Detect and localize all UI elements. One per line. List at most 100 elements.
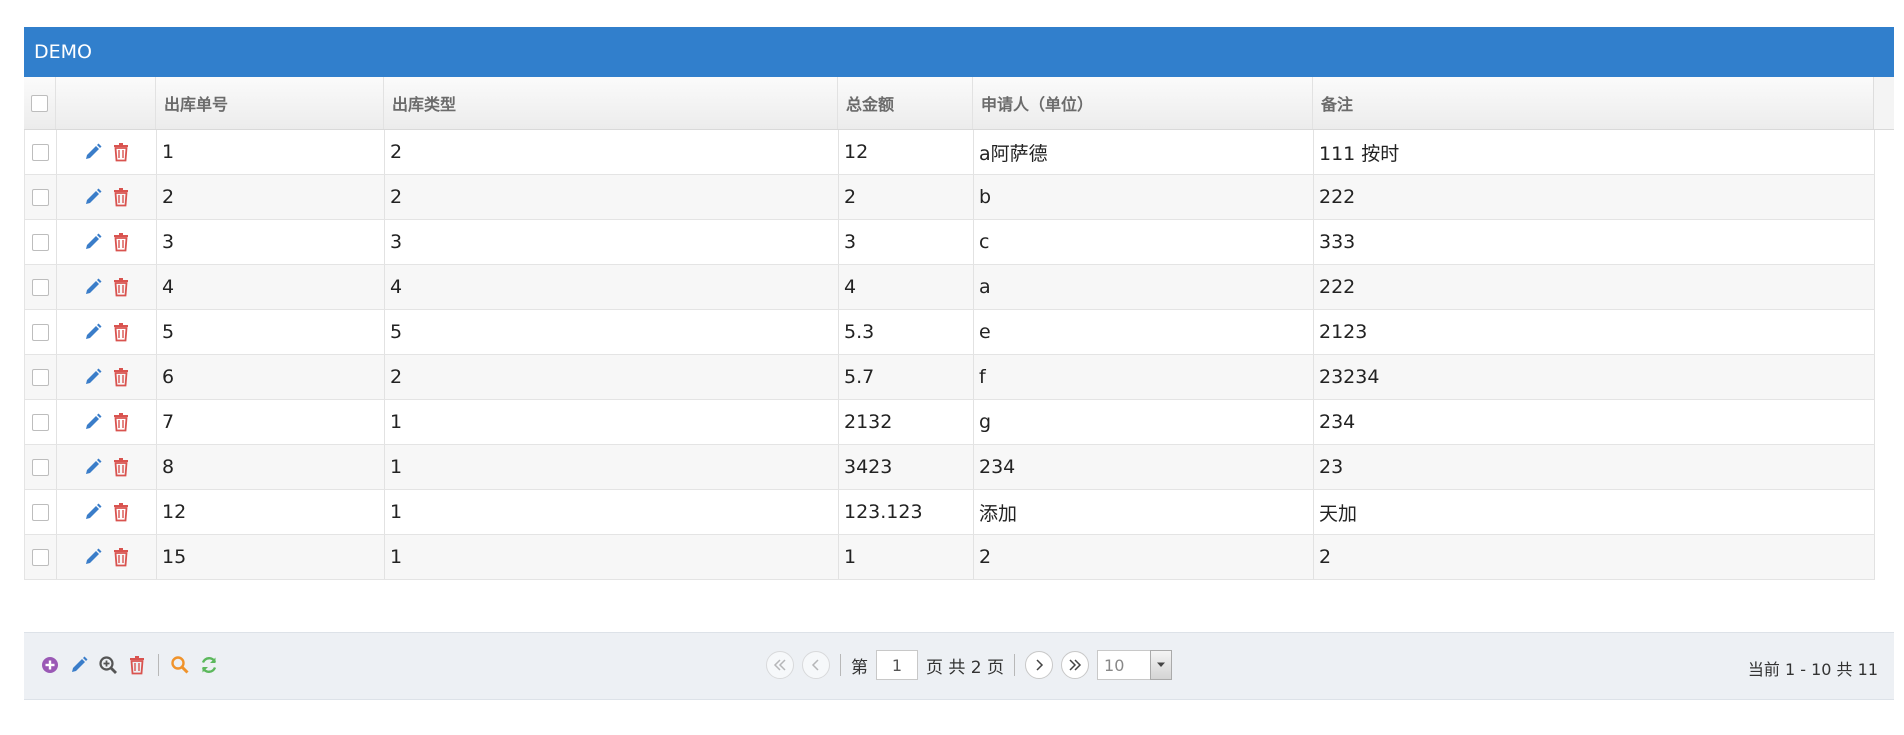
edit-icon[interactable] <box>83 502 103 522</box>
grid-title: DEMO <box>24 27 1894 77</box>
delete-icon[interactable] <box>127 655 147 675</box>
applicant-cell: a阿萨德 <box>974 130 1314 174</box>
row-select-cell <box>25 310 57 354</box>
toolbar-separator <box>158 654 159 676</box>
page-total-label: 页 共 2 页 <box>926 657 1005 678</box>
edit-icon[interactable] <box>83 412 103 432</box>
table-row[interactable]: 5 5 5.3 e 2123 <box>25 310 1875 355</box>
chevron-right-icon <box>1036 659 1044 671</box>
row-checkbox[interactable] <box>32 233 49 251</box>
type-cell: 4 <box>385 265 839 309</box>
delete-icon[interactable] <box>111 502 131 522</box>
col-header-type[interactable]: 出库类型 <box>384 77 838 129</box>
row-checkbox[interactable] <box>32 503 49 521</box>
row-checkbox[interactable] <box>32 143 49 161</box>
delete-icon[interactable] <box>111 322 131 342</box>
table-row[interactable]: 7 1 2132 g 234 <box>25 400 1875 445</box>
table-row[interactable]: 3 3 3 c 333 <box>25 220 1875 265</box>
col-header-applicant[interactable]: 申请人（单位） <box>973 77 1313 129</box>
prev-page-button[interactable] <box>802 651 830 679</box>
row-actions <box>57 220 157 264</box>
delete-icon[interactable] <box>111 232 131 252</box>
edit-icon[interactable] <box>83 457 103 477</box>
row-select-cell <box>25 400 57 444</box>
double-chevron-right-icon <box>1069 659 1082 671</box>
delete-icon[interactable] <box>111 367 131 387</box>
chevron-left-icon <box>811 659 819 671</box>
table-row[interactable]: 1 2 12 a阿萨德 111 按时 <box>25 130 1875 175</box>
type-cell: 1 <box>385 400 839 444</box>
delete-icon[interactable] <box>111 142 131 162</box>
remark-cell: 23234 <box>1314 355 1875 399</box>
table-row[interactable]: 6 2 5.7 f 23234 <box>25 355 1875 400</box>
applicant-cell: 234 <box>974 445 1314 489</box>
edit-icon[interactable] <box>69 655 89 675</box>
row-checkbox[interactable] <box>32 548 49 566</box>
remark-cell: 天加 <box>1314 490 1875 534</box>
order-no-cell: 5 <box>157 310 385 354</box>
type-cell: 2 <box>385 175 839 219</box>
row-checkbox[interactable] <box>32 188 49 206</box>
col-header-order-no[interactable]: 出库单号 <box>156 77 384 129</box>
edit-icon[interactable] <box>83 187 103 207</box>
table-row[interactable]: 15 1 1 2 2 <box>25 535 1875 580</box>
table-row[interactable]: 12 1 123.123 添加 天加 <box>25 490 1875 535</box>
last-page-button[interactable] <box>1061 651 1090 679</box>
amount-cell: 3423 <box>839 445 974 489</box>
chevron-down-icon[interactable] <box>1150 650 1173 680</box>
row-actions <box>57 535 157 579</box>
type-cell: 5 <box>385 310 839 354</box>
refresh-icon[interactable] <box>199 655 219 675</box>
row-actions <box>57 175 157 219</box>
remark-cell: 333 <box>1314 220 1875 264</box>
pager-separator-2 <box>1014 654 1016 676</box>
delete-icon[interactable] <box>111 412 131 432</box>
applicant-cell: 2 <box>974 535 1314 579</box>
double-chevron-left-icon <box>773 659 786 671</box>
edit-icon[interactable] <box>83 367 103 387</box>
table-row[interactable]: 2 2 2 b 222 <box>25 175 1875 220</box>
col-header-remark[interactable]: 备注 <box>1313 77 1874 129</box>
row-checkbox[interactable] <box>32 413 49 431</box>
order-no-cell: 7 <box>157 400 385 444</box>
actions-header <box>56 77 156 129</box>
row-checkbox[interactable] <box>32 323 49 341</box>
table-row[interactable]: 8 1 3423 234 23 <box>25 445 1875 490</box>
row-actions <box>57 265 157 309</box>
row-checkbox[interactable] <box>32 368 49 386</box>
row-select-cell <box>25 265 57 309</box>
order-no-cell: 4 <box>157 265 385 309</box>
edit-icon[interactable] <box>83 322 103 342</box>
select-all-checkbox[interactable] <box>31 94 48 112</box>
first-page-button[interactable] <box>766 651 794 679</box>
col-header-amount[interactable]: 总金额 <box>838 77 973 129</box>
row-actions <box>57 445 157 489</box>
edit-icon[interactable] <box>83 232 103 252</box>
search-icon[interactable] <box>170 655 190 675</box>
next-page-button[interactable] <box>1025 651 1054 679</box>
amount-cell: 2132 <box>839 400 974 444</box>
row-checkbox[interactable] <box>32 458 49 476</box>
delete-icon[interactable] <box>111 187 131 207</box>
delete-icon[interactable] <box>111 277 131 297</box>
amount-cell: 2 <box>839 175 974 219</box>
zoom-in-icon[interactable] <box>98 655 118 675</box>
delete-icon[interactable] <box>111 547 131 567</box>
pager-toolbar <box>40 654 219 676</box>
page-size-select[interactable]: 10 <box>1097 650 1173 680</box>
add-icon[interactable] <box>40 655 60 675</box>
row-actions <box>57 490 157 534</box>
edit-icon[interactable] <box>83 277 103 297</box>
delete-icon[interactable] <box>111 457 131 477</box>
type-cell: 3 <box>385 220 839 264</box>
order-no-cell: 15 <box>157 535 385 579</box>
amount-cell: 123.123 <box>839 490 974 534</box>
page-size-value: 10 <box>1097 650 1151 680</box>
edit-icon[interactable] <box>83 547 103 567</box>
remark-cell: 111 按时 <box>1314 130 1875 174</box>
applicant-cell: 添加 <box>974 490 1314 534</box>
edit-icon[interactable] <box>83 142 103 162</box>
row-checkbox[interactable] <box>32 278 49 296</box>
table-row[interactable]: 4 4 4 a 222 <box>25 265 1875 310</box>
page-number-input[interactable] <box>876 650 918 680</box>
